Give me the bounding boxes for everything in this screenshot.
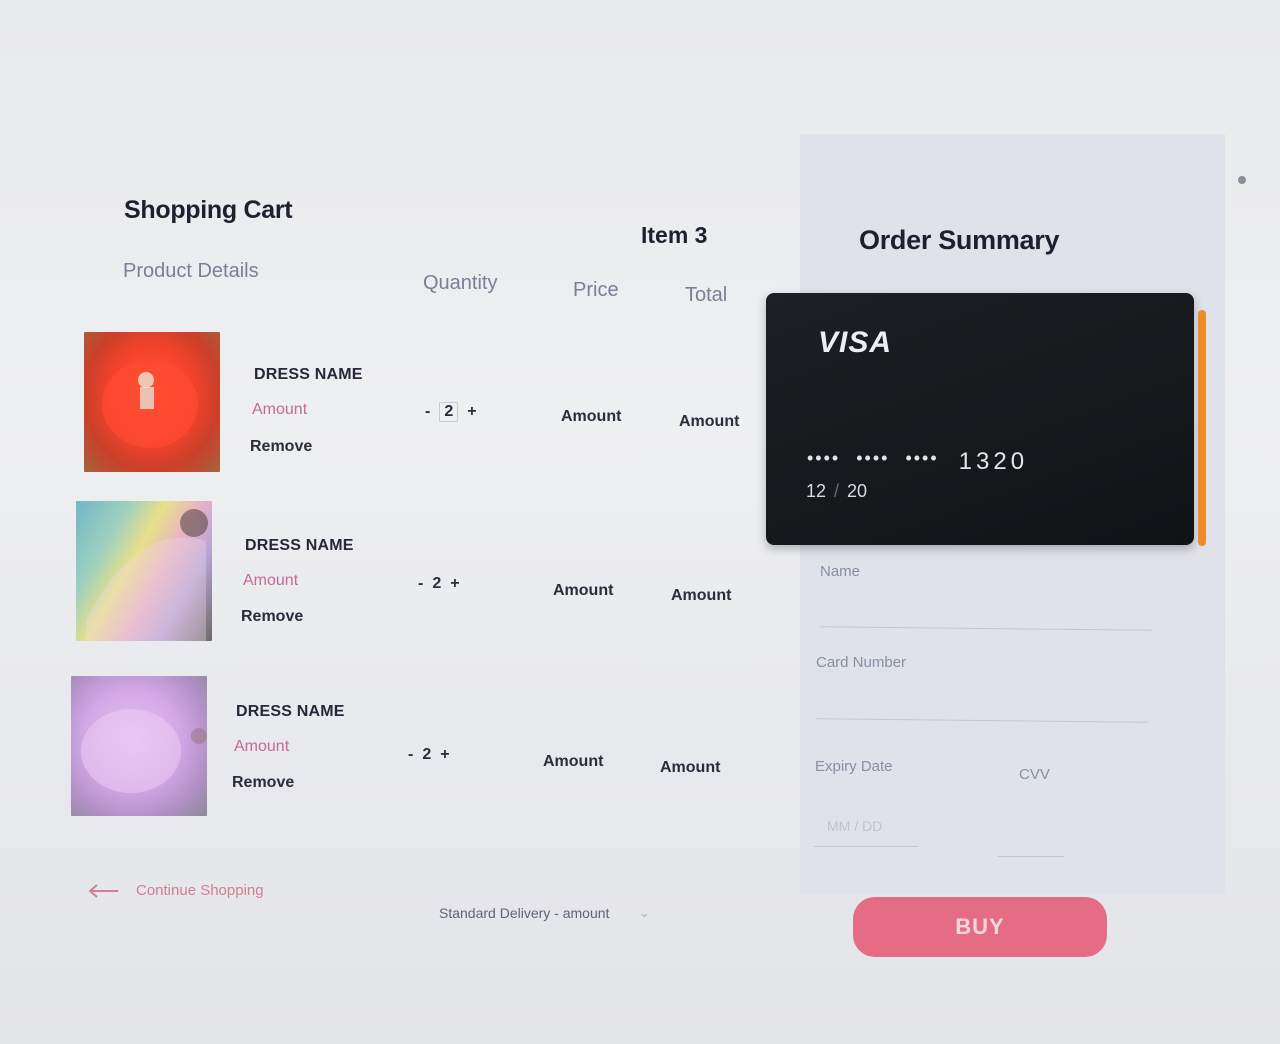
card-exp-separator: / <box>834 481 840 501</box>
masked-digits: •••• <box>905 448 939 468</box>
item-price: Amount <box>543 753 604 770</box>
card-number-label: Card Number <box>816 654 907 671</box>
dress-photo-icon <box>86 509 208 641</box>
product-image[interactable] <box>71 676 207 816</box>
remove-button[interactable]: Remove <box>232 774 294 792</box>
masked-digits: •••• <box>856 448 890 468</box>
card-last4: 1320 <box>958 448 1029 475</box>
dress-name: DRESS NAME <box>236 703 345 720</box>
remove-button[interactable]: Remove <box>241 608 303 626</box>
visa-logo: VISA <box>818 326 893 359</box>
expiry-date-label: Expiry Date <box>815 758 893 775</box>
quantity-value[interactable]: 2 <box>439 402 459 422</box>
buy-button[interactable]: BUY <box>853 897 1107 957</box>
quantity-stepper: - 2 + <box>425 402 477 422</box>
chevron-down-icon: ⌄ <box>639 906 650 920</box>
dress-photo-icon <box>102 360 198 448</box>
continue-shopping-label: Continue Shopping <box>136 882 264 899</box>
increase-button[interactable]: + <box>450 575 459 593</box>
cvv-input[interactable] <box>998 856 1064 857</box>
decrease-button[interactable]: - <box>408 746 413 764</box>
dress-name: DRESS NAME <box>245 537 354 554</box>
quantity-stepper: - 2 + <box>418 575 460 593</box>
item-amount: Amount <box>234 738 290 755</box>
increase-button[interactable]: + <box>440 746 449 764</box>
name-label: Name <box>820 563 861 580</box>
column-header-quantity: Quantity <box>423 272 498 294</box>
cvv-label: CVV <box>1019 766 1050 783</box>
checkout-page: Shopping Cart Item 3 Product Details Qua… <box>0 0 1280 1044</box>
quantity-stepper: - 2 + <box>408 746 450 764</box>
delivery-select[interactable]: Standard Delivery - amount ⌄ <box>439 905 649 921</box>
card-exp-year: 20 <box>847 481 868 501</box>
remove-button[interactable]: Remove <box>250 438 312 456</box>
item-price: Amount <box>561 408 622 425</box>
column-header-total: Total <box>685 284 728 306</box>
product-image[interactable] <box>76 501 212 641</box>
item-total: Amount <box>660 759 721 776</box>
quantity-value[interactable]: 2 <box>432 575 441 593</box>
item-total: Amount <box>671 587 732 604</box>
card-expiry: 12 / 20 <box>806 481 867 502</box>
dress-photo-icon <box>81 709 207 793</box>
expiry-underline <box>814 846 918 847</box>
item-amount: Amount <box>243 572 299 589</box>
card-exp-month: 12 <box>806 481 827 501</box>
order-summary-title: Order Summary <box>859 225 1060 255</box>
expiry-date-input[interactable]: MM / DD <box>827 818 882 834</box>
decrease-button[interactable]: - <box>418 575 423 593</box>
quantity-value[interactable]: 2 <box>422 746 431 764</box>
continue-shopping-link[interactable]: Continue Shopping <box>88 882 264 899</box>
item-total: Amount <box>679 413 740 430</box>
increase-button[interactable]: + <box>467 403 476 421</box>
scrollbar[interactable] <box>1198 310 1206 546</box>
product-image[interactable] <box>84 332 220 472</box>
delivery-label: Standard Delivery - amount <box>439 905 610 921</box>
indicator-dot <box>1238 176 1246 184</box>
item-amount: Amount <box>252 401 308 418</box>
arrow-left-icon <box>88 883 118 898</box>
column-header-product: Product Details <box>123 260 259 282</box>
page-title: Shopping Cart <box>124 196 293 224</box>
masked-digits: •••• <box>807 448 841 468</box>
item-price: Amount <box>553 582 614 599</box>
column-header-price: Price <box>573 279 619 301</box>
decrease-button[interactable]: - <box>425 403 430 421</box>
card-number-display: •••• •••• •••• 1320 <box>807 448 1028 476</box>
dress-name: DRESS NAME <box>254 366 363 383</box>
item-count: Item 3 <box>641 222 708 248</box>
